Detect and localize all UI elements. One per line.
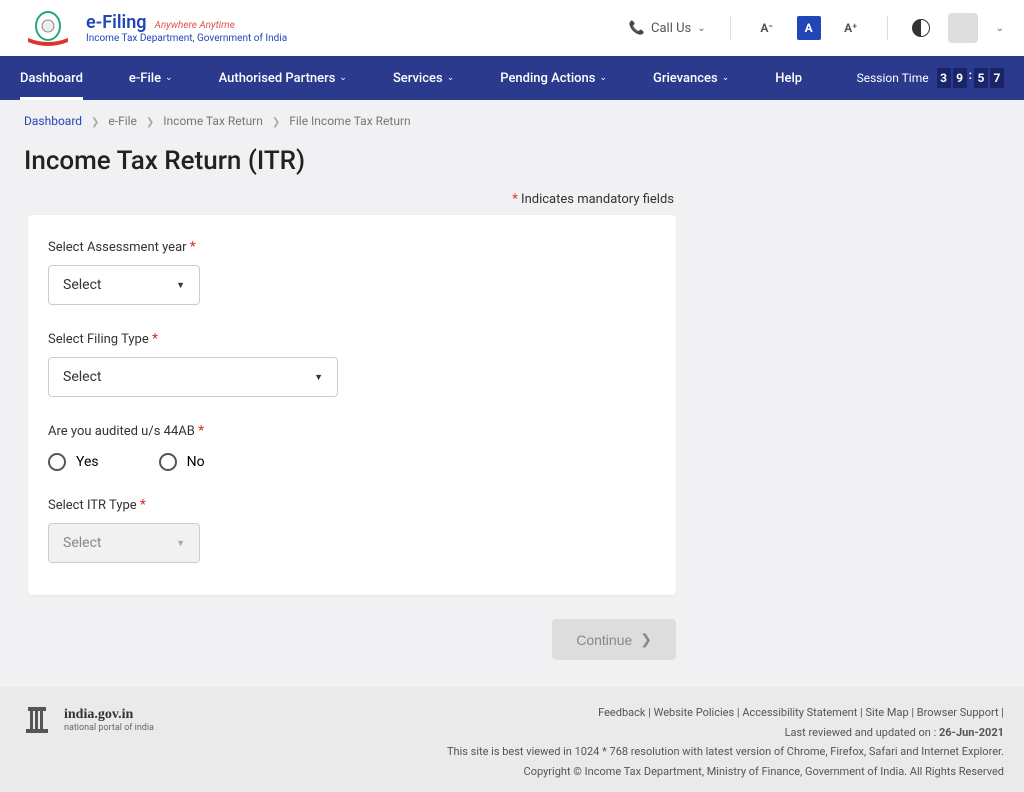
label-assessment-year: Select Assessment year * — [48, 239, 656, 255]
label-filing-type: Select Filing Type * — [48, 331, 656, 347]
select-itr-type: Select ▼ — [48, 523, 200, 563]
session-time: Session Time 3 9 : 5 7 — [857, 68, 1004, 88]
radio-label: No — [187, 454, 205, 470]
chevron-down-icon: ⌄ — [447, 73, 455, 83]
radio-yes[interactable]: Yes — [48, 453, 99, 471]
footer: india.gov.in national portal of india Fe… — [0, 687, 1024, 792]
triangle-down-icon: ▼ — [176, 280, 185, 291]
continue-label: Continue — [576, 632, 632, 648]
chevron-down-icon: ⌄ — [697, 23, 705, 34]
breadcrumb-dashboard[interactable]: Dashboard — [24, 114, 82, 128]
brand-tag: Anywhere Anytime — [154, 20, 234, 31]
nav-label: Services — [393, 71, 443, 86]
radio-label: Yes — [76, 454, 99, 470]
call-us-button[interactable]: 📞 Call Us ⌄ — [629, 21, 706, 36]
chevron-down-icon[interactable]: ⌄ — [996, 23, 1004, 34]
time-digit: 3 — [937, 68, 951, 88]
contrast-toggle[interactable] — [912, 19, 930, 37]
label-audit: Are you audited u/s 44AB * — [48, 423, 656, 439]
chevron-down-icon: ⌄ — [339, 73, 347, 83]
navbar: Dashboard e-File⌄ Authorised Partners⌄ S… — [0, 56, 1024, 100]
nav-item-dashboard[interactable]: Dashboard — [20, 57, 83, 100]
divider — [730, 16, 731, 40]
avatar[interactable] — [948, 13, 978, 43]
chevron-right-icon: ❯ — [146, 117, 154, 128]
brand-title: e-Filing — [86, 12, 147, 33]
breadcrumb-itr: Income Tax Return — [163, 114, 263, 128]
nav-item-authorised-partners[interactable]: Authorised Partners⌄ — [219, 71, 347, 86]
nav-label: Dashboard — [20, 71, 83, 86]
mandatory-note: * Indicates mandatory fields — [0, 192, 1024, 215]
chevron-down-icon: ⌄ — [165, 73, 173, 83]
time-digit: 5 — [974, 68, 988, 88]
nav-item-pending-actions[interactable]: Pending Actions ⌄ — [500, 71, 607, 86]
footer-link-accessibility[interactable]: Accessibility Statement — [742, 706, 857, 719]
time-digit: 7 — [990, 68, 1004, 88]
footer-gov-sub: national portal of india — [64, 723, 154, 733]
continue-button[interactable]: Continue ❯ — [552, 619, 676, 660]
footer-logo[interactable]: india.gov.in national portal of india — [20, 703, 154, 737]
nav-label: Authorised Partners — [219, 71, 336, 86]
chevron-right-icon: ❯ — [91, 117, 99, 128]
footer-link-policies[interactable]: Website Policies — [654, 706, 735, 719]
triangle-down-icon: ▼ — [176, 538, 185, 549]
form-card: Select Assessment year * Select ▼ Select… — [28, 215, 676, 595]
nav-label: Pending Actions — [500, 71, 595, 86]
time-digit: 9 — [953, 68, 967, 88]
footer-updated: Last reviewed and updated on : 26-Jun-20… — [447, 723, 1004, 743]
phone-icon: 📞 — [629, 21, 645, 36]
select-value: Select — [63, 277, 101, 293]
nav-label: Grievances — [653, 71, 718, 86]
brand: e-Filing Anywhere Anytime Income Tax Dep… — [86, 12, 287, 44]
emblem-logo — [20, 8, 76, 48]
chevron-down-icon: ⌄ — [599, 73, 607, 83]
breadcrumb-file-itr: File Income Tax Return — [289, 114, 410, 128]
font-normal-button[interactable]: A — [797, 16, 821, 40]
font-decrease-button[interactable]: A⁻ — [755, 16, 779, 40]
footer-link-sitemap[interactable]: Site Map — [865, 706, 908, 719]
top-header: e-Filing Anywhere Anytime Income Tax Dep… — [0, 0, 1024, 56]
time-colon: : — [969, 68, 972, 88]
logo-area: e-Filing Anywhere Anytime Income Tax Dep… — [20, 8, 287, 48]
brand-sub: Income Tax Department, Government of Ind… — [86, 33, 287, 44]
session-label: Session Time — [857, 71, 929, 85]
chevron-right-icon: ❯ — [640, 631, 652, 648]
label-itr-type: Select ITR Type * — [48, 497, 656, 513]
select-filing-type[interactable]: Select ▼ — [48, 357, 338, 397]
footer-copyright: Copyright © Income Tax Department, Minis… — [447, 762, 1004, 782]
continue-wrap: Continue ❯ — [28, 619, 676, 660]
footer-browser: This site is best viewed in 1024 * 768 r… — [447, 742, 1004, 762]
radio-no[interactable]: No — [159, 453, 205, 471]
select-value: Select — [63, 369, 101, 385]
nav-item-services[interactable]: Services ⌄ — [393, 71, 454, 86]
select-value: Select — [63, 535, 101, 551]
select-assessment-year[interactable]: Select ▼ — [48, 265, 200, 305]
india-gov-icon — [20, 703, 54, 737]
breadcrumb-efile: e-File — [108, 114, 137, 128]
nav-item-efile[interactable]: e-File ⌄ — [129, 71, 173, 86]
font-increase-button[interactable]: A⁺ — [839, 16, 863, 40]
page-title: Income Tax Return (ITR) — [0, 142, 1024, 192]
divider — [887, 16, 888, 40]
radio-icon — [159, 453, 177, 471]
nav-item-grievances[interactable]: Grievances ⌄ — [653, 71, 729, 86]
mandatory-text: Indicates mandatory fields — [521, 192, 674, 207]
radio-icon — [48, 453, 66, 471]
top-right: 📞 Call Us ⌄ A⁻ A A⁺ ⌄ — [629, 13, 1004, 43]
call-us-label: Call Us — [651, 21, 691, 36]
triangle-down-icon: ▼ — [314, 372, 323, 383]
nav-item-help[interactable]: Help — [775, 71, 802, 86]
nav-label: Help — [775, 71, 802, 86]
breadcrumb: Dashboard ❯ e-File ❯ Income Tax Return ❯… — [0, 100, 1024, 142]
footer-gov-title: india.gov.in — [64, 707, 154, 723]
chevron-right-icon: ❯ — [272, 117, 280, 128]
footer-link-browser[interactable]: Browser Support — [917, 706, 999, 719]
footer-link-feedback[interactable]: Feedback — [598, 706, 645, 719]
nav-left: Dashboard e-File⌄ Authorised Partners⌄ S… — [20, 57, 802, 100]
nav-label: e-File — [129, 71, 161, 86]
footer-links: Feedback | Website Policies | Accessibil… — [447, 703, 1004, 723]
chevron-down-icon: ⌄ — [722, 73, 730, 83]
